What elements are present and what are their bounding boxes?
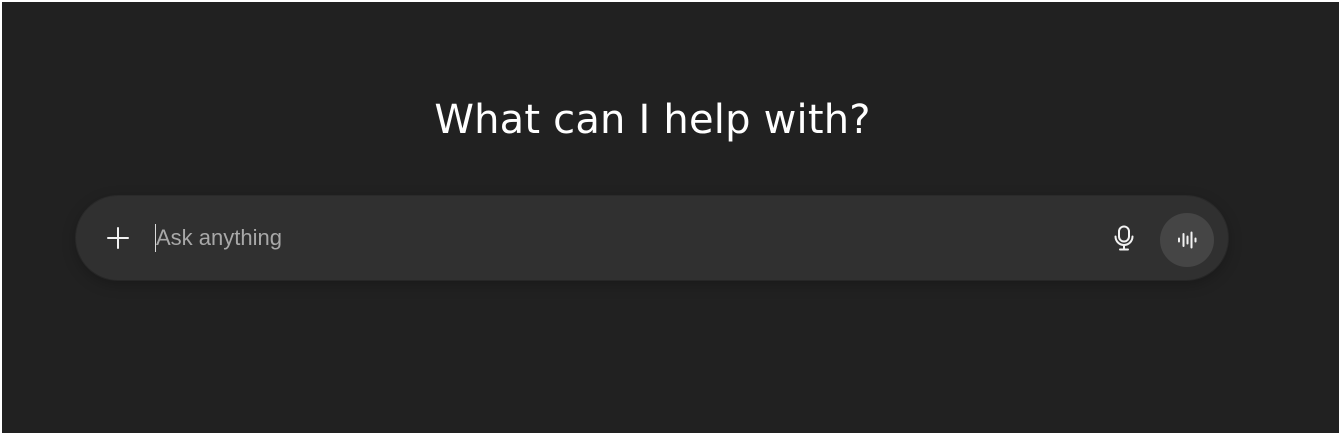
microphone-icon bbox=[1113, 225, 1135, 251]
add-attachment-button[interactable] bbox=[98, 218, 138, 258]
prompt-composer bbox=[76, 196, 1228, 280]
dictate-button[interactable] bbox=[1104, 218, 1144, 258]
voice-waveform-icon bbox=[1175, 228, 1199, 252]
plus-icon bbox=[106, 226, 130, 250]
prompt-input[interactable] bbox=[156, 217, 1086, 259]
voice-mode-button[interactable] bbox=[1160, 213, 1214, 267]
page-title: What can I help with? bbox=[434, 97, 871, 143]
chat-window: What can I help with? bbox=[2, 2, 1339, 433]
